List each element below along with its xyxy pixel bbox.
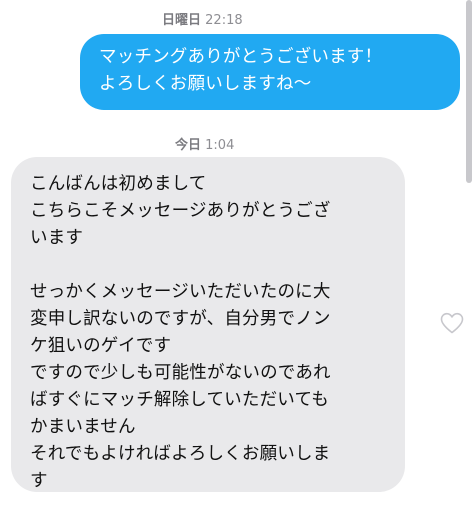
received-message-bubble[interactable]: こんばんは初めまして こちらこそメッセージありがとうござ います せっかくメッセ… bbox=[11, 157, 405, 492]
message-line: マッチングありがとうございます！ bbox=[99, 47, 383, 67]
timestamp-time: 1:04 bbox=[205, 138, 235, 153]
message-line: せっかくメッセージいただいたのに大 bbox=[30, 282, 331, 302]
timestamp-header: 今日 1:04 bbox=[175, 134, 234, 153]
message-line bbox=[30, 252, 391, 279]
timestamp-day: 日曜日 bbox=[162, 13, 202, 28]
message-line: よろしくお願いしますね〜 bbox=[99, 74, 312, 94]
message-line: こんばんは初めまして bbox=[30, 174, 207, 194]
message-line: います bbox=[30, 228, 84, 248]
message-line: それでもよければよろしくお願いしま bbox=[30, 444, 331, 464]
message-line: ケ狙いのゲイです bbox=[30, 336, 172, 356]
timestamp-time: 22:18 bbox=[205, 13, 243, 28]
heart-outline-icon[interactable] bbox=[439, 311, 465, 335]
sent-message-bubble[interactable]: マッチングありがとうございます！ よろしくお願いしますね〜 bbox=[80, 34, 460, 110]
message-line: ですので少しも可能性がないのであれ bbox=[30, 363, 331, 383]
message-line: かまいません bbox=[30, 417, 136, 437]
message-line: こちらこそメッセージありがとうござ bbox=[30, 201, 331, 221]
message-line: す bbox=[30, 471, 48, 491]
timestamp-header: 日曜日 22:18 bbox=[162, 9, 243, 28]
timestamp-day: 今日 bbox=[175, 138, 202, 153]
message-line: 変申し訳ないのですが、自分男でノン bbox=[30, 309, 331, 329]
message-line: ばすぐにマッチ解除していただいても bbox=[30, 390, 329, 410]
scrollbar[interactable] bbox=[466, 0, 472, 183]
